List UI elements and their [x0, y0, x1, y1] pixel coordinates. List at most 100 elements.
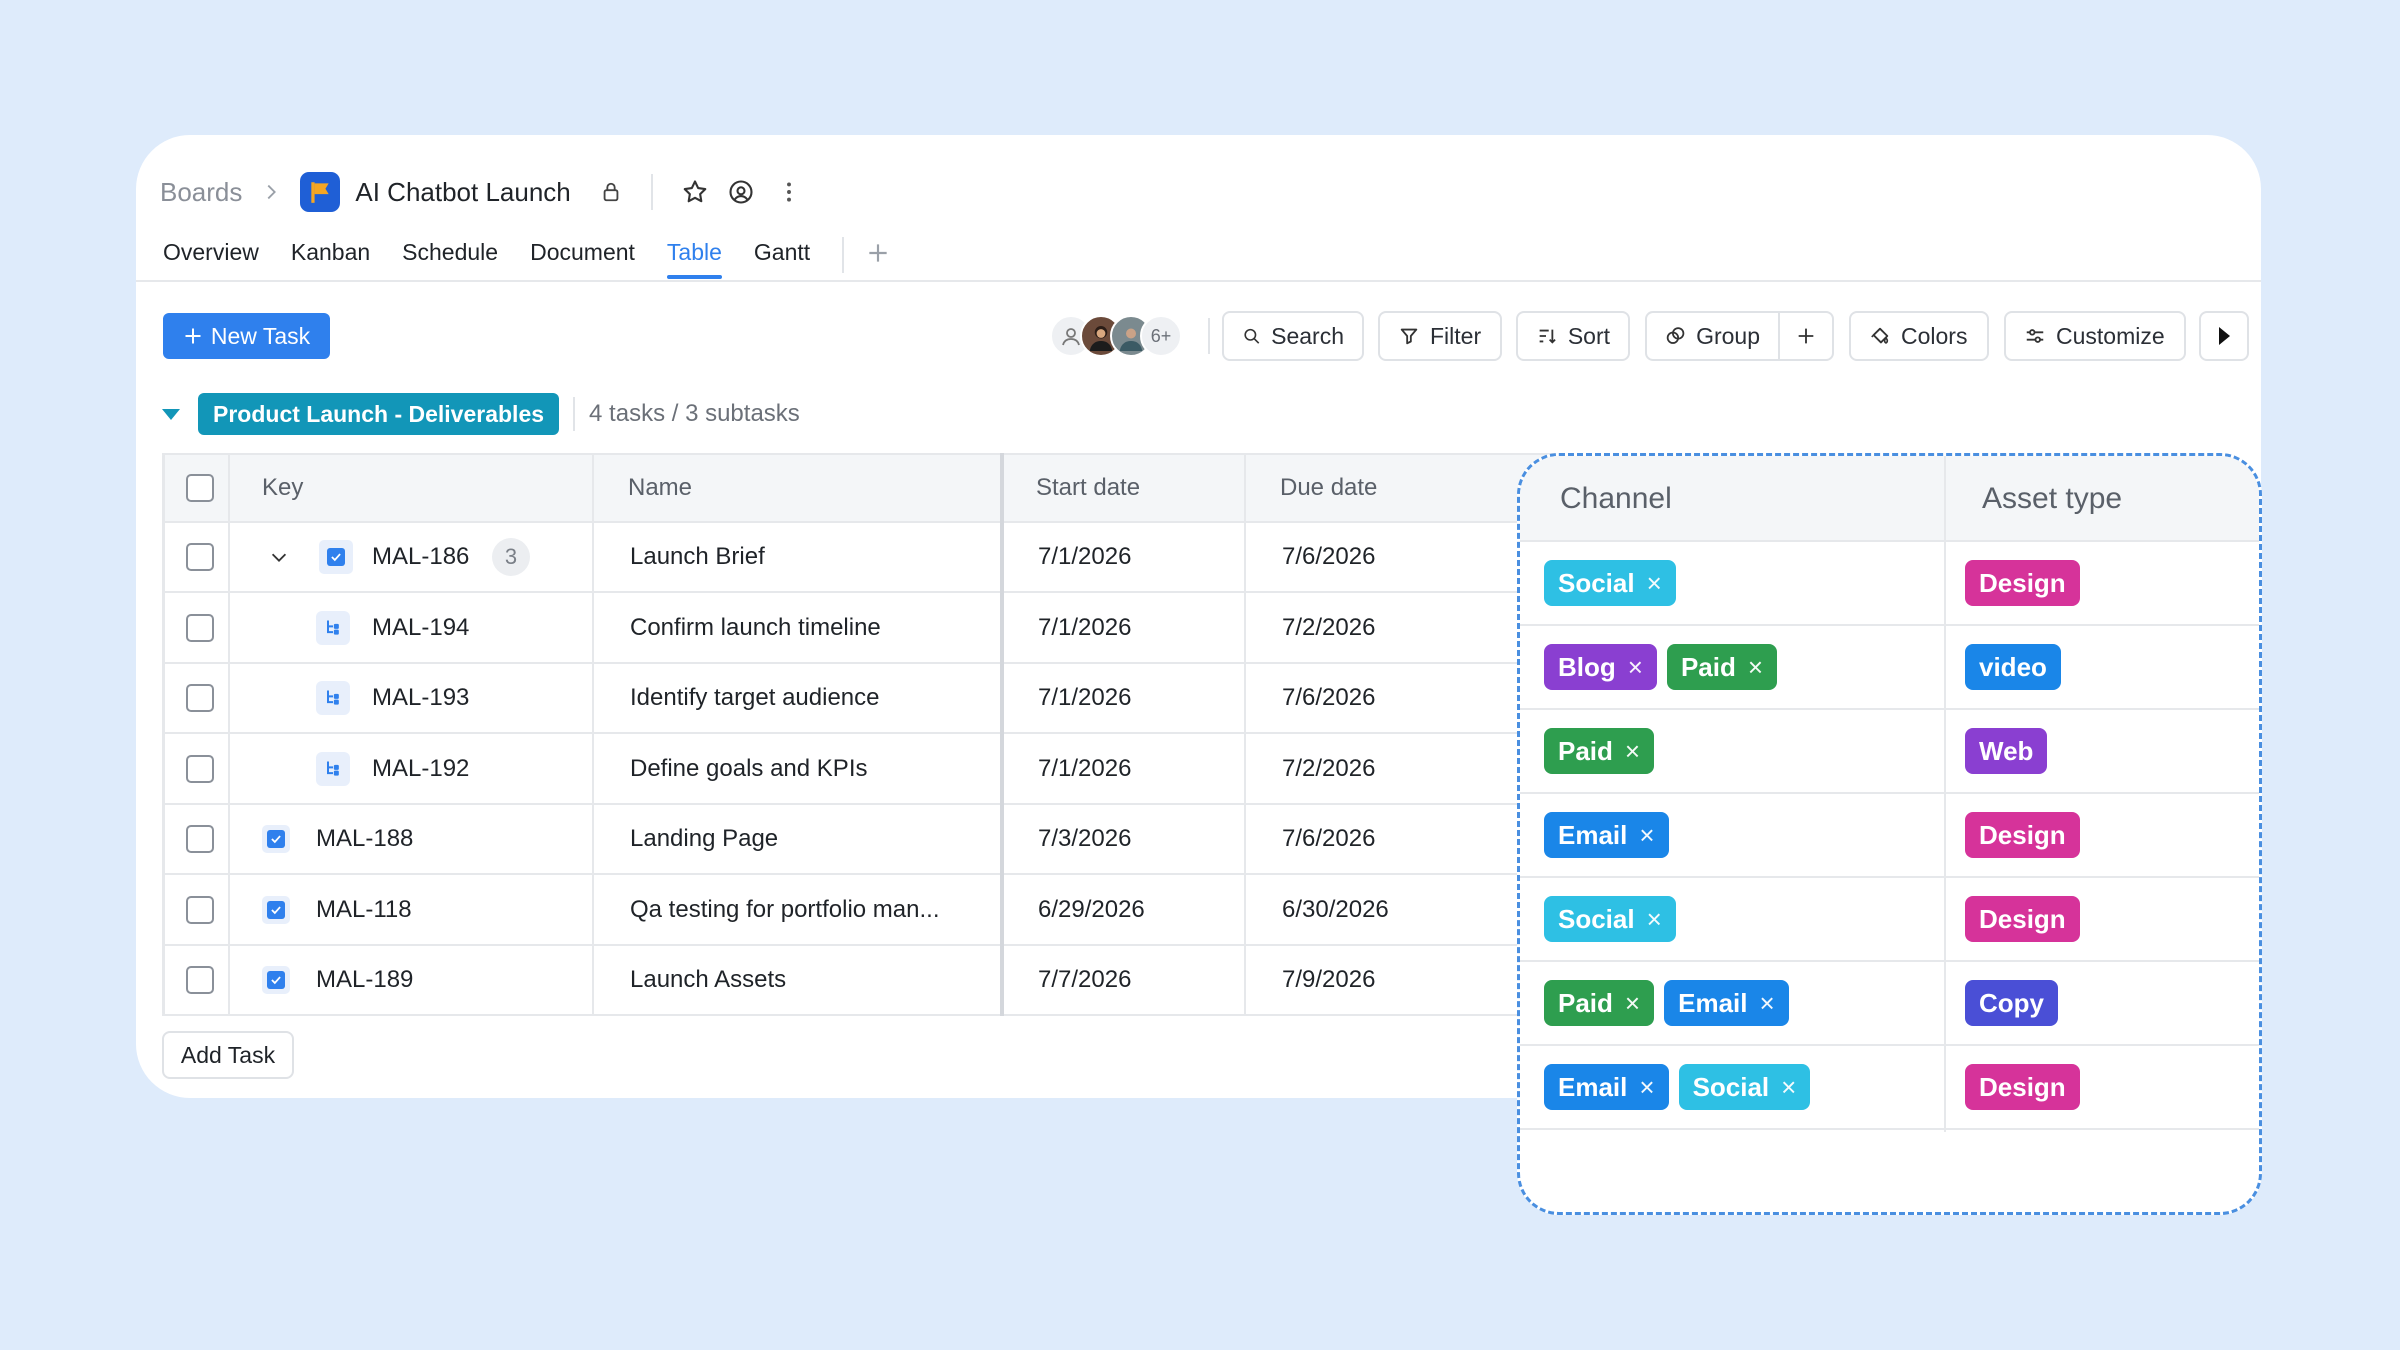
- row-checkbox[interactable]: [186, 825, 214, 853]
- channel-tag[interactable]: Email ×: [1664, 980, 1789, 1026]
- task-start-date[interactable]: 7/1/2026: [1038, 664, 1131, 732]
- sort-button[interactable]: Sort: [1516, 311, 1630, 361]
- task-due-date[interactable]: 7/6/2026: [1282, 523, 1375, 591]
- column-header-asset-type[interactable]: Asset type: [1982, 456, 2122, 542]
- avatar-more[interactable]: 6+: [1140, 315, 1182, 357]
- task-start-date[interactable]: 7/1/2026: [1038, 734, 1131, 803]
- remove-tag-icon[interactable]: ×: [1639, 820, 1654, 851]
- remove-tag-icon[interactable]: ×: [1625, 736, 1640, 767]
- task-due-date[interactable]: 7/6/2026: [1282, 805, 1375, 873]
- column-header-channel[interactable]: Channel: [1560, 456, 1672, 542]
- watch-icon[interactable]: [727, 178, 755, 206]
- channel-tag[interactable]: Email ×: [1544, 812, 1669, 858]
- asset-type-cell[interactable]: Copy: [1965, 962, 2058, 1044]
- row-checkbox[interactable]: [186, 895, 214, 924]
- add-group-button[interactable]: [1778, 311, 1834, 361]
- select-all-checkbox[interactable]: [186, 474, 214, 502]
- task-name[interactable]: Qa testing for portfolio man...: [630, 875, 939, 944]
- panel-row[interactable]: Email × Design: [1520, 794, 2259, 878]
- panel-row[interactable]: Social × Design: [1520, 878, 2259, 962]
- tab-kanban[interactable]: Kanban: [291, 233, 370, 279]
- row-checkbox[interactable]: [186, 543, 214, 571]
- remove-tag-icon[interactable]: ×: [1628, 652, 1643, 683]
- asset-type-cell[interactable]: Web: [1965, 710, 2048, 792]
- table-row[interactable]: MAL-194 Confirm launch timeline 7/1/2026…: [162, 593, 1582, 664]
- task-due-date[interactable]: 6/30/2026: [1282, 875, 1389, 944]
- table-row[interactable]: MAL-193 Identify target audience 7/1/202…: [162, 664, 1582, 734]
- customize-button[interactable]: Customize: [2004, 311, 2186, 361]
- member-avatars[interactable]: 6+: [1050, 311, 1182, 361]
- tab-gantt[interactable]: Gantt: [754, 233, 810, 279]
- tab-overview[interactable]: Overview: [163, 233, 259, 279]
- tab-table[interactable]: Table: [666, 233, 722, 279]
- panel-row[interactable]: Blog × Paid × video: [1520, 626, 2259, 710]
- row-checkbox[interactable]: [186, 613, 214, 642]
- asset-type-cell[interactable]: video: [1965, 626, 2061, 708]
- star-icon[interactable]: [681, 178, 709, 206]
- search-button[interactable]: Search: [1222, 311, 1364, 361]
- channel-tag[interactable]: Paid ×: [1666, 644, 1778, 690]
- colors-button[interactable]: Colors: [1849, 311, 1989, 361]
- group-button[interactable]: Group: [1645, 311, 1780, 361]
- more-vertical-icon[interactable]: [775, 178, 803, 206]
- channel-cell[interactable]: Social ×: [1544, 878, 1676, 960]
- row-checkbox[interactable]: [186, 966, 214, 994]
- task-key[interactable]: MAL-192: [372, 734, 469, 803]
- channel-tag[interactable]: Social ×: [1544, 896, 1676, 942]
- remove-tag-icon[interactable]: ×: [1625, 988, 1640, 1019]
- channel-cell[interactable]: Email ×: [1544, 794, 1669, 876]
- remove-tag-icon[interactable]: ×: [1647, 904, 1662, 935]
- channel-tag[interactable]: Email ×: [1544, 1064, 1669, 1110]
- remove-tag-icon[interactable]: ×: [1647, 568, 1662, 599]
- lock-icon[interactable]: [597, 178, 625, 206]
- column-header-start-date[interactable]: Start date: [1036, 455, 1140, 521]
- asset-type-cell[interactable]: Design: [1965, 794, 2080, 876]
- asset-type-tag[interactable]: video: [1965, 644, 2061, 690]
- table-row[interactable]: MAL-189 Launch Assets 7/7/2026 7/9/2026: [162, 946, 1582, 1016]
- task-due-date[interactable]: 7/2/2026: [1282, 593, 1375, 662]
- channel-cell[interactable]: Paid ×: [1544, 710, 1655, 792]
- channel-tag[interactable]: Social ×: [1544, 560, 1676, 606]
- task-start-date[interactable]: 7/3/2026: [1038, 805, 1131, 873]
- channel-cell[interactable]: Social ×: [1544, 542, 1676, 624]
- asset-type-cell[interactable]: Design: [1965, 542, 2080, 624]
- breadcrumb-boards[interactable]: Boards: [160, 177, 242, 208]
- column-header-due-date[interactable]: Due date: [1280, 455, 1377, 521]
- task-name[interactable]: Launch Brief: [630, 523, 765, 591]
- channel-cell[interactable]: Email × Social ×: [1544, 1046, 1811, 1128]
- remove-tag-icon[interactable]: ×: [1748, 652, 1763, 683]
- asset-type-tag[interactable]: Copy: [1965, 980, 2058, 1026]
- task-due-date[interactable]: 7/9/2026: [1282, 946, 1375, 1014]
- panel-row[interactable]: Social × Design: [1520, 542, 2259, 626]
- table-row[interactable]: MAL-186 3 Launch Brief 7/1/2026 7/6/2026: [162, 523, 1582, 593]
- channel-tag[interactable]: Paid ×: [1544, 728, 1655, 774]
- panel-row[interactable]: Paid × Email × Copy: [1520, 962, 2259, 1046]
- task-due-date[interactable]: 7/2/2026: [1282, 734, 1375, 803]
- tab-document[interactable]: Document: [530, 233, 635, 279]
- task-name[interactable]: Landing Page: [630, 805, 778, 873]
- panel-row[interactable]: Email × Social × Design: [1520, 1046, 2259, 1130]
- project-title[interactable]: AI Chatbot Launch: [355, 177, 570, 208]
- task-start-date[interactable]: 7/1/2026: [1038, 523, 1131, 591]
- task-key[interactable]: MAL-188: [316, 805, 413, 873]
- table-row[interactable]: MAL-192 Define goals and KPIs 7/1/2026 7…: [162, 734, 1582, 805]
- task-key[interactable]: MAL-194: [372, 593, 469, 662]
- panel-row[interactable]: Paid × Web: [1520, 710, 2259, 794]
- task-start-date[interactable]: 7/7/2026: [1038, 946, 1131, 1014]
- asset-type-tag[interactable]: Design: [1965, 812, 2080, 858]
- asset-type-cell[interactable]: Design: [1965, 1046, 2080, 1128]
- tab-schedule[interactable]: Schedule: [402, 233, 498, 279]
- task-key[interactable]: MAL-193: [372, 664, 469, 732]
- filter-button[interactable]: Filter: [1378, 311, 1502, 361]
- group-name-badge[interactable]: Product Launch - Deliverables: [198, 393, 560, 435]
- asset-type-cell[interactable]: Design: [1965, 878, 2080, 960]
- column-header-name[interactable]: Name: [628, 455, 692, 521]
- remove-tag-icon[interactable]: ×: [1639, 1072, 1654, 1103]
- asset-type-tag[interactable]: Design: [1965, 1064, 2080, 1110]
- task-key[interactable]: MAL-186: [372, 523, 469, 591]
- column-header-key[interactable]: Key: [262, 455, 303, 521]
- table-row[interactable]: MAL-118 Qa testing for portfolio man... …: [162, 875, 1582, 946]
- chevron-down-icon[interactable]: [268, 546, 290, 568]
- remove-tag-icon[interactable]: ×: [1759, 988, 1774, 1019]
- channel-cell[interactable]: Blog × Paid ×: [1544, 626, 1778, 708]
